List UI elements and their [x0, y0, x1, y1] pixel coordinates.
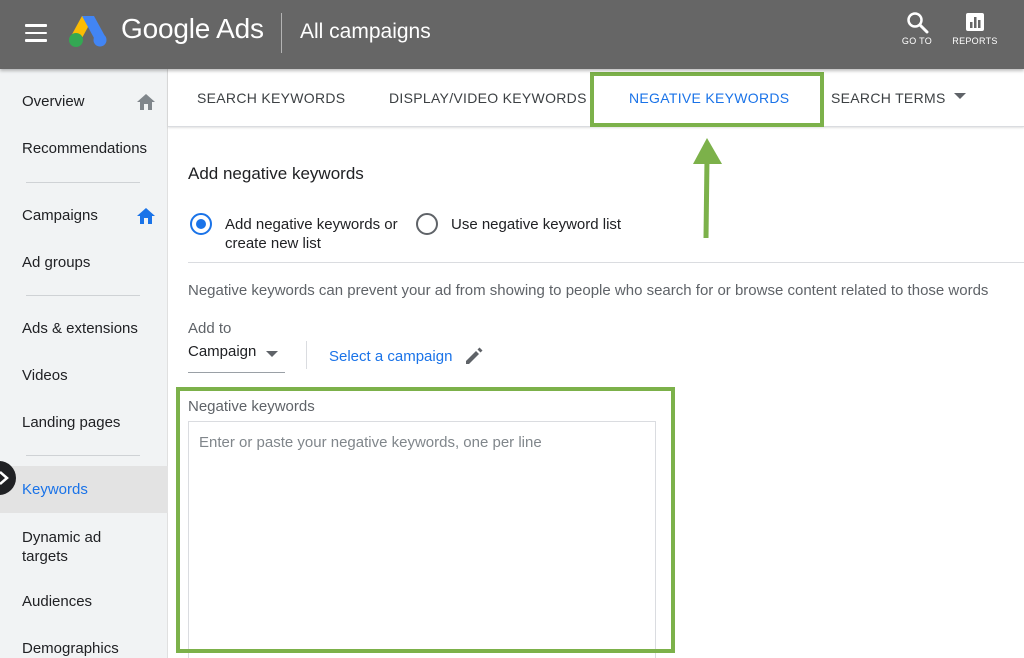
sidebar-item-campaigns[interactable]: Campaigns	[0, 207, 168, 227]
section-title: Add negative keywords	[188, 164, 364, 183]
sidebar-item-label: Dynamic ad targets	[22, 529, 102, 565]
add-to-label: Add to	[188, 320, 232, 337]
sidebar-item-label: Audiences	[22, 593, 93, 610]
sidebar-item-ads-extensions[interactable]: Ads & extensions	[0, 320, 168, 340]
tab-display-video-keywords[interactable]: DISPLAY/VIDEO KEYWORDS	[389, 90, 587, 106]
sidebar-item-keywords[interactable]: Keywords	[0, 466, 168, 513]
radio-add-negative-keywords-label[interactable]: Add negative keywords or create new list	[225, 215, 398, 253]
radio-use-negative-keyword-list-label[interactable]: Use negative keyword list	[451, 215, 621, 234]
sidebar-item-label: Overview	[22, 93, 85, 110]
keyword-tabs: SEARCH KEYWORDS DISPLAY/VIDEO KEYWORDS N…	[168, 69, 1024, 127]
negative-keywords-label: Negative keywords	[188, 398, 315, 415]
page-title: All campaigns	[300, 20, 431, 43]
home-icon	[137, 208, 155, 224]
reports-label: REPORTS	[952, 36, 998, 46]
sidebar-item-overview[interactable]: Overview	[0, 93, 168, 113]
sidebar-item-label: Ads & extensions	[22, 320, 138, 337]
more-tabs-dropdown-icon[interactable]	[954, 93, 966, 99]
sidebar-divider	[26, 295, 140, 296]
add-to-selected-value: Campaign	[188, 343, 257, 360]
brand-name: Google Ads	[121, 13, 264, 44]
sidebar-item-audiences[interactable]: Audiences	[0, 593, 168, 613]
arrow-up-annotation-icon	[693, 138, 722, 239]
sidebar-item-videos[interactable]: Videos	[0, 367, 168, 387]
sidebar-item-demographics[interactable]: Demographics	[0, 640, 168, 658]
sidebar-item-label: Landing pages	[22, 414, 121, 431]
chevron-right-icon	[0, 471, 9, 485]
hamburger-menu-icon[interactable]	[25, 24, 47, 42]
vertical-divider	[306, 341, 307, 369]
section-divider	[188, 262, 1024, 263]
sidebar-item-label: Ad groups	[22, 254, 91, 271]
sidebar-item-ad-groups[interactable]: Ad groups	[0, 254, 168, 274]
pencil-edit-icon[interactable]	[463, 345, 485, 367]
radio-use-negative-keyword-list[interactable]	[416, 213, 438, 235]
reports-icon	[966, 13, 984, 31]
radio-label-line-2: create new list	[225, 235, 321, 252]
home-icon	[137, 94, 155, 110]
dropdown-caret-icon	[266, 351, 278, 357]
sidebar-item-recommendations[interactable]: Recommendations	[0, 140, 168, 160]
sidebar-divider	[26, 182, 140, 183]
negative-keywords-textarea[interactable]	[188, 421, 656, 658]
sidebar-item-label: Keywords	[22, 481, 88, 498]
sidebar-item-label: Recommendations	[22, 140, 148, 157]
sidebar-item-label: Campaigns	[22, 207, 98, 224]
sidebar-nav: Overview Recommendations Campaigns Ad gr…	[0, 69, 168, 658]
tab-negative-keywords[interactable]: NEGATIVE KEYWORDS	[629, 90, 789, 106]
tab-search-terms[interactable]: SEARCH TERMS	[831, 90, 946, 106]
reports-button[interactable]: REPORTS	[950, 10, 1000, 46]
sidebar-item-landing-pages[interactable]: Landing pages	[0, 414, 168, 434]
radio-label-line-1: Add negative keywords or	[225, 216, 398, 233]
radio-add-negative-keywords[interactable]	[190, 213, 212, 235]
sidebar-item-dynamic-ad-targets[interactable]: Dynamic ad targets	[0, 528, 168, 568]
sidebar-item-label: Videos	[22, 367, 68, 384]
google-ads-logo-icon	[69, 16, 107, 47]
sidebar-divider	[26, 455, 140, 456]
go-to-button[interactable]: GO TO	[892, 10, 942, 46]
header-divider	[281, 13, 282, 53]
tab-search-keywords[interactable]: SEARCH KEYWORDS	[197, 90, 345, 106]
negative-keywords-description: Negative keywords can prevent your ad fr…	[188, 282, 989, 299]
sidebar-collapse-button[interactable]	[0, 461, 16, 495]
top-app-bar: Google Ads All campaigns GO TO REPORTS	[0, 0, 1024, 69]
search-icon	[907, 12, 929, 34]
add-to-level-dropdown[interactable]: Campaign	[188, 343, 285, 373]
go-to-label: GO TO	[901, 36, 933, 46]
select-campaign-link[interactable]: Select a campaign	[329, 348, 452, 365]
sidebar-item-label: Demographics	[22, 640, 119, 657]
